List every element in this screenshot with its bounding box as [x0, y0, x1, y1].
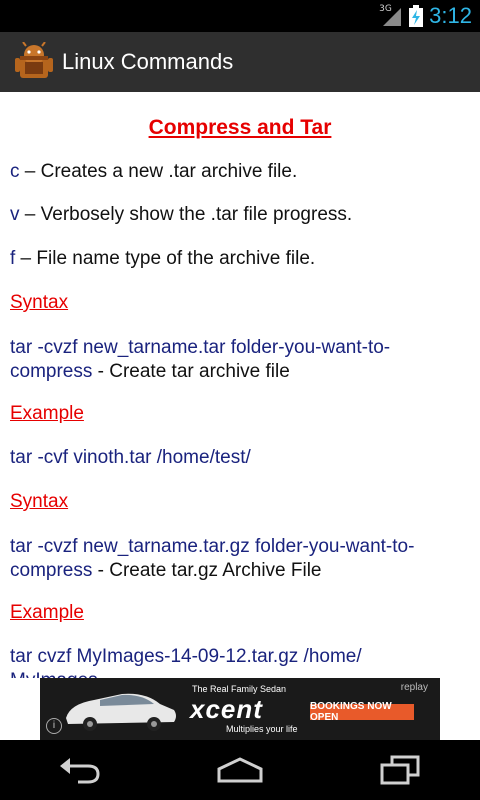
- ad-tagline: The Real Family Sedan: [192, 684, 287, 694]
- ad-replay-button[interactable]: replay: [401, 682, 428, 693]
- ad-info-icon[interactable]: i: [46, 718, 62, 734]
- action-bar: Linux Commands: [0, 32, 480, 92]
- option-text: – Creates a new .tar archive file.: [19, 161, 298, 182]
- syntax-link[interactable]: Syntax: [10, 490, 470, 514]
- 3g-signal-icon: 3G: [379, 4, 403, 28]
- ad-subtag: Multiplies your life: [226, 724, 298, 734]
- back-button[interactable]: [50, 750, 110, 790]
- option-flag: c: [10, 161, 20, 182]
- example-link[interactable]: Example: [10, 601, 470, 625]
- android-app-icon[interactable]: [14, 42, 54, 82]
- home-button[interactable]: [210, 750, 270, 790]
- ad-brand: xcent: [190, 694, 263, 724]
- app-title: Linux Commands: [62, 49, 234, 74]
- option-f: f – File name type of the archive file.: [10, 247, 470, 271]
- page-heading: Compress and Tar: [148, 116, 332, 139]
- option-c: c – Creates a new .tar archive file.: [10, 160, 470, 184]
- recent-apps-icon: [380, 755, 420, 785]
- content-scroll-area[interactable]: Compress and Tar c – Creates a new .tar …: [0, 92, 480, 678]
- navigation-bar: [0, 740, 480, 800]
- option-text: – File name type of the archive file.: [15, 248, 316, 269]
- status-icons: 3G 3:12: [379, 0, 472, 32]
- recent-apps-button[interactable]: [370, 750, 430, 790]
- option-text: – Verbosely show the .tar file progress.: [19, 204, 353, 225]
- car-image: [66, 693, 176, 731]
- ad-cta-button[interactable]: BOOKINGS NOW OPEN: [310, 701, 414, 723]
- back-icon: [60, 758, 100, 784]
- syntax-command: tar -cvzf new_tarname.tar folder-you-wan…: [10, 337, 391, 382]
- syntax-command: tar -cvzf new_tarname.tar.gz folder-you-…: [10, 536, 415, 581]
- example-command: tar cvzf MyImages-14-09-12.tar.gz /home/…: [10, 646, 362, 678]
- home-icon: [217, 757, 263, 783]
- ad-banner[interactable]: The Real Family Sedan xcent Multiplies y…: [40, 678, 440, 740]
- example-command: tar -cvf vinoth.tar /home/test/: [10, 447, 251, 468]
- option-v: v – Verbosely show the .tar file progres…: [10, 203, 470, 227]
- status-bar: 3G 3:12: [0, 0, 480, 32]
- example-link[interactable]: Example: [10, 402, 470, 426]
- syntax-link[interactable]: Syntax: [10, 291, 470, 315]
- battery-charging-icon: [409, 5, 424, 27]
- option-flag: v: [10, 204, 20, 225]
- clock: 3:12: [429, 3, 472, 28]
